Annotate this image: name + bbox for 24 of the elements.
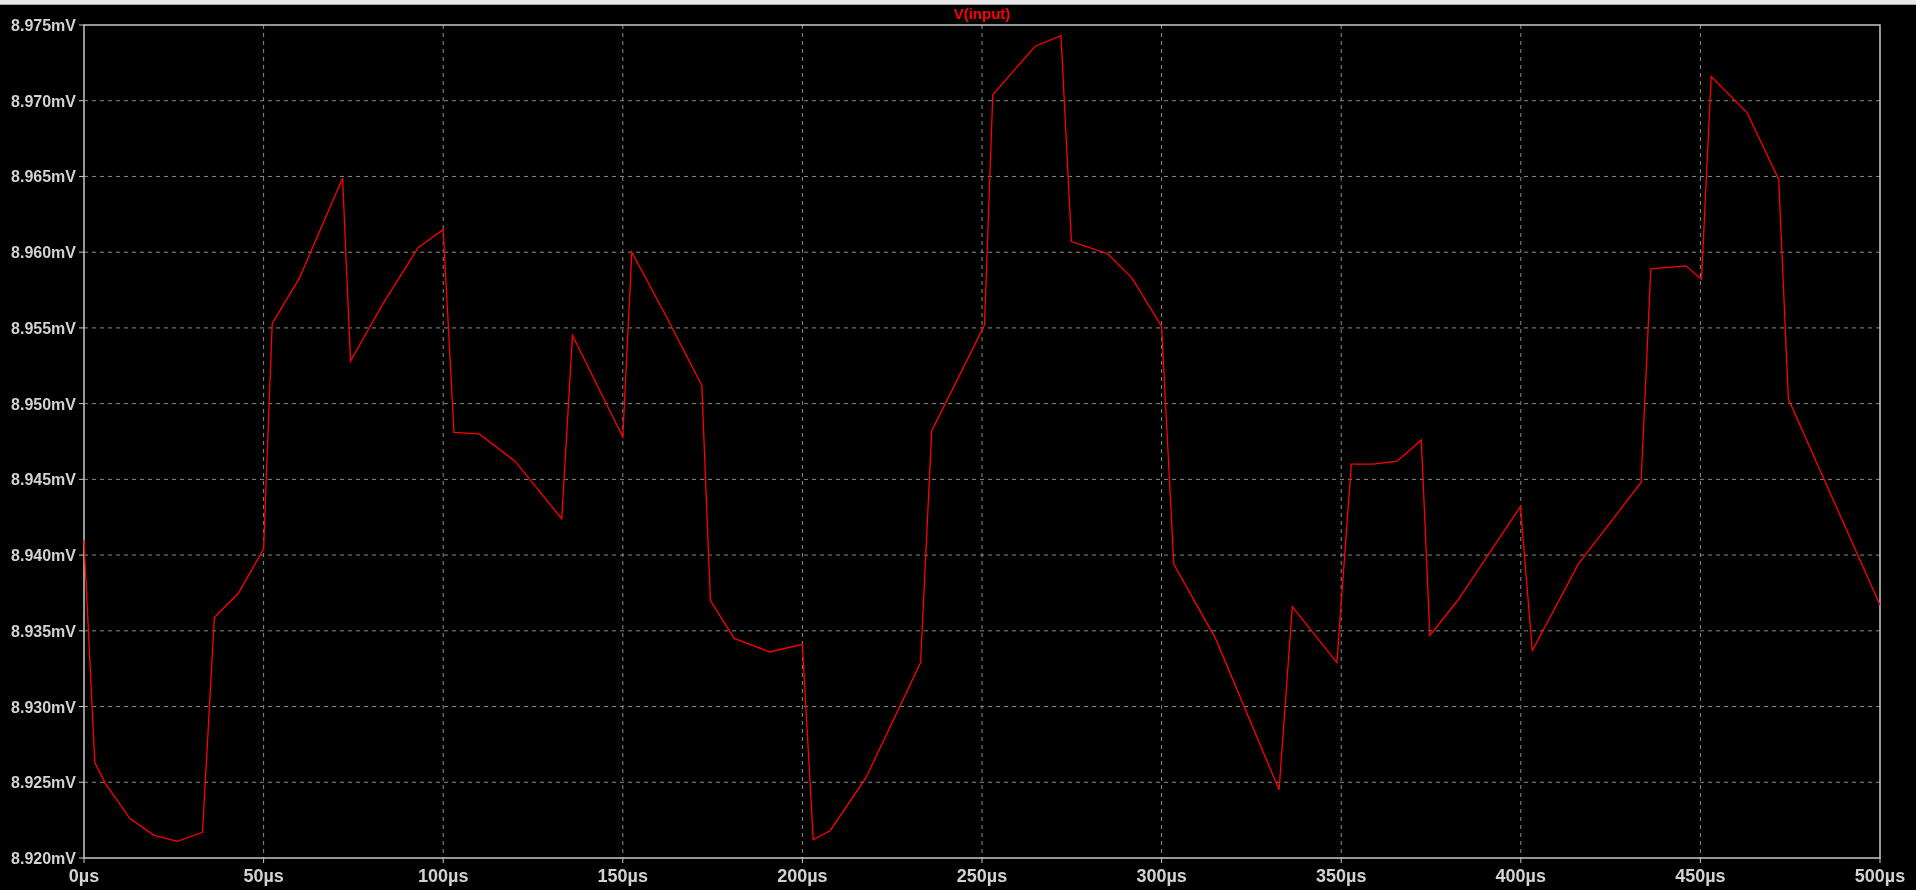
axis-tick-label: 50µs (243, 866, 284, 886)
axis-tick-label: 350µs (1316, 866, 1367, 886)
axis-tick-label: 8.960mV (11, 244, 76, 262)
axis-tick-label: 150µs (597, 866, 648, 886)
axis-tick-label: 200µs (777, 866, 828, 886)
axis-tick-label: 450µs (1675, 866, 1726, 886)
axis-tick-label: 8.935mV (11, 622, 76, 640)
axis-tick-label: 8.925mV (11, 774, 76, 792)
axis-tick-label: 8.965mV (11, 168, 76, 186)
axis-tick-label: 8.975mV (11, 17, 76, 34)
axis-tick-label: 0µs (68, 866, 100, 886)
axis-tick-label: 8.920mV (11, 850, 76, 867)
axis-tick-label: 400µs (1495, 866, 1546, 886)
axis-tick-label: 300µs (1136, 866, 1187, 886)
axis-tick-label: 100µs (418, 866, 469, 886)
axis-tick-label: 8.940mV (11, 547, 76, 565)
axis-tick-label: 8.945mV (11, 471, 76, 489)
axis-tick-label: 8.950mV (11, 395, 76, 413)
axis-tick-label: 500µs (1854, 866, 1906, 886)
axis-tick-label: 8.930mV (11, 698, 76, 716)
axis-tick-label: 250µs (956, 866, 1008, 886)
axis-tick-label: 8.970mV (11, 92, 76, 110)
axis-tick-label: 8.955mV (11, 319, 76, 337)
trace-name: V(input) (953, 5, 1011, 22)
